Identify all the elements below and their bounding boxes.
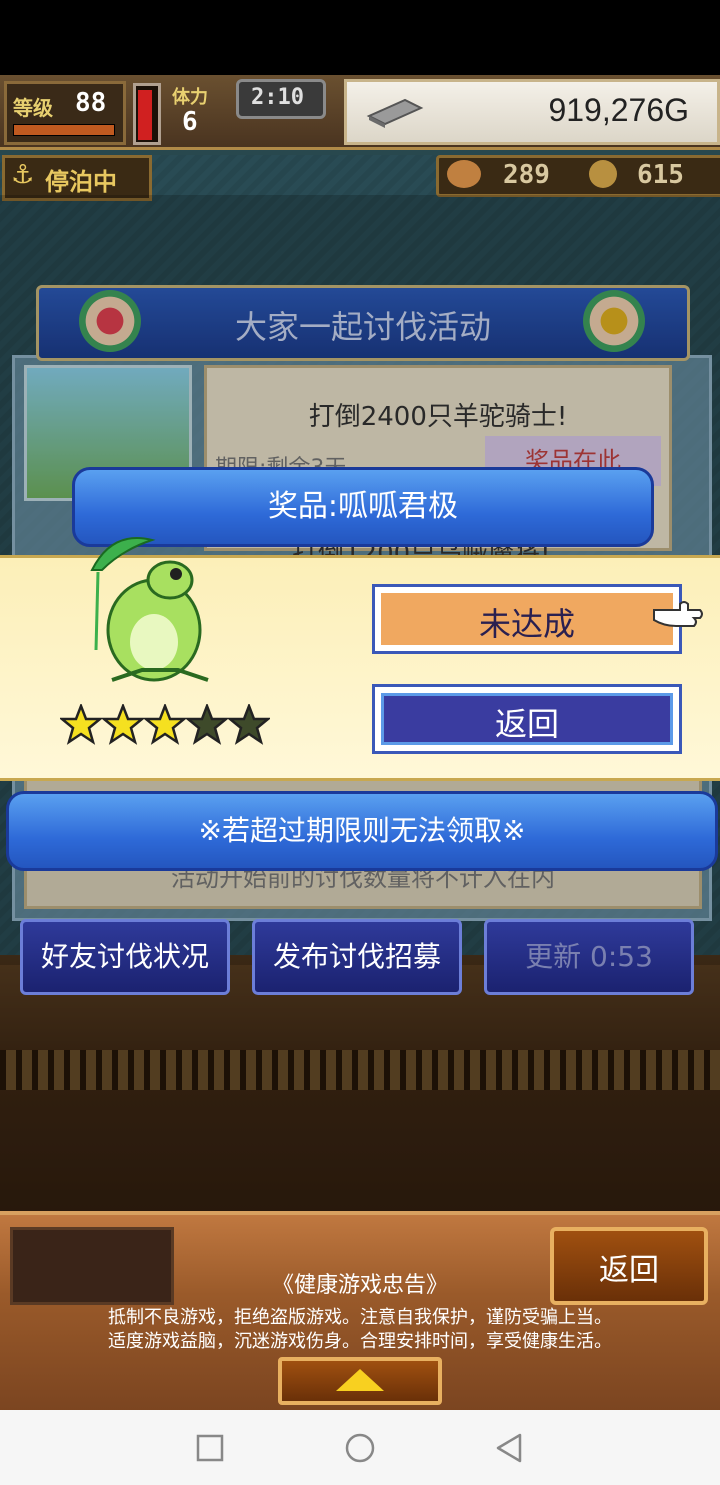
timer-box: 2:10 [236, 79, 326, 119]
coin-icon [589, 160, 617, 188]
pointer-hand-icon [653, 601, 703, 627]
game-screen: 等级 88 体力 6 2:10 919,276G ⚓ 停泊中 289 615 大… [0, 75, 720, 1410]
not-achieved-label: 未达成 [478, 605, 575, 643]
medal-icon [447, 160, 481, 188]
star-empty-icon [186, 704, 228, 745]
medal-count: 289 [503, 160, 550, 190]
level-label: 等级 [13, 96, 53, 120]
stamina-label: 体力 [172, 87, 208, 108]
home-icon[interactable] [344, 1432, 376, 1464]
status-bar [0, 0, 720, 75]
star-filled-icon [102, 704, 144, 745]
level-value: 88 [75, 88, 107, 118]
notice-ribbon: ※若超过期限则无法领取※ [6, 791, 718, 871]
coin-count: 615 [637, 160, 684, 190]
frog-reward-icon [90, 537, 209, 682]
back-icon[interactable] [494, 1432, 524, 1464]
star-filled-icon [60, 704, 102, 745]
gold-amount: 919,276G [548, 92, 689, 128]
reward-modal: 未达成 返回 [0, 537, 720, 781]
notice-text: ※若超过期限则无法领取※ [198, 814, 526, 847]
stamina-value: 6 [182, 107, 198, 137]
gold-box[interactable]: 919,276G [344, 79, 720, 145]
friend-status-button[interactable]: 好友讨伐状况 [20, 919, 230, 995]
exp-bar [13, 124, 115, 136]
health-line1: 抵制不良游戏，拒绝盗版游戏。注意自我保护，谨防受骗上当。 [108, 1307, 612, 1328]
timer-text: 2:10 [251, 85, 304, 110]
health-title: 《健康游戏忠告》 [271, 1273, 448, 1298]
modal-back-label: 返回 [494, 705, 559, 743]
navigation-bar [0, 1410, 720, 1485]
currency-box: 289 615 [436, 155, 720, 197]
level-box: 等级 88 [4, 81, 126, 145]
star-empty-icon [228, 704, 270, 745]
health-line2: 适度游戏益脑，沉迷游戏伤身。合理安排时间，享受健康生活。 [108, 1331, 612, 1352]
up-arrow-icon [336, 1369, 384, 1391]
not-achieved-button[interactable]: 未达成 [372, 584, 682, 654]
star-filled-icon [144, 704, 186, 745]
recent-apps-icon[interactable] [196, 1434, 224, 1462]
gold-bar-icon [366, 98, 424, 128]
expand-button[interactable] [278, 1357, 442, 1405]
modal-back-button[interactable]: 返回 [372, 684, 682, 754]
rating-stars [60, 704, 280, 750]
docked-label: 停泊中 [45, 168, 117, 196]
recruit-button[interactable]: 发布讨伐招募 [252, 919, 462, 995]
stamina-gauge [133, 83, 161, 145]
anchor-icon: ⚓ [11, 160, 35, 190]
refresh-button[interactable]: 更新 0:53 [484, 919, 694, 995]
